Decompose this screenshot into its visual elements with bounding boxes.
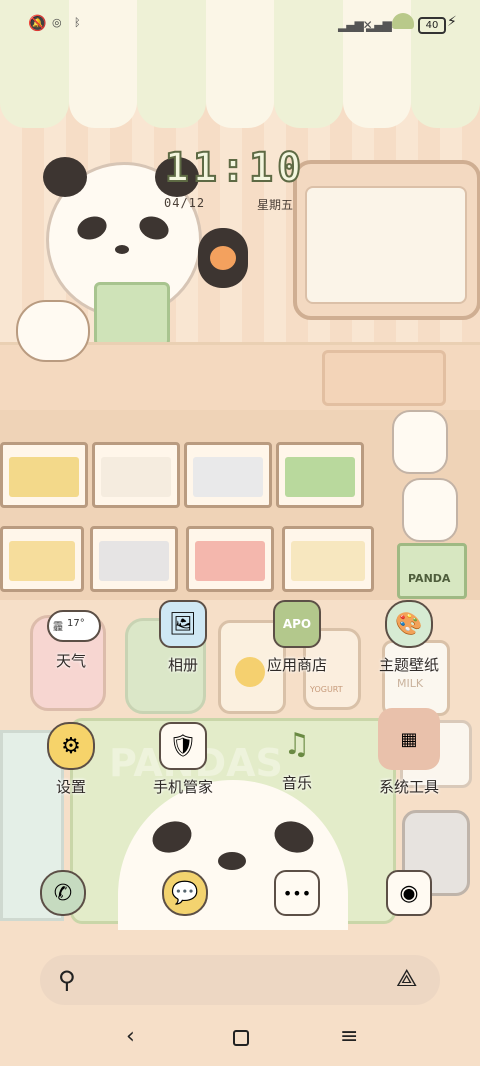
app-music[interactable]: ♫ 音乐 xyxy=(242,722,352,793)
wallpaper-book: PANDA xyxy=(397,543,467,599)
nav-home-button[interactable] xyxy=(233,1030,249,1046)
app-system-tools[interactable]: ▦ 系统工具 xyxy=(354,708,464,797)
yogurt-label: YOGURT xyxy=(310,685,343,694)
wallpaper-bin xyxy=(282,526,374,592)
app-label: 天气 xyxy=(55,652,86,670)
app-phone-manager[interactable]: 🛡 手机管家 xyxy=(128,722,238,797)
book-label: PANDA xyxy=(408,572,451,585)
status-bar: 🔕 ◎ ᛒ ▂▄▆✕ ▂▄▆✕ 40 ⚡ xyxy=(0,0,480,50)
dock-phone[interactable]: ✆ xyxy=(8,870,118,916)
wallpaper-panda-paw xyxy=(198,228,248,288)
weather-temperature: 17° xyxy=(67,618,85,629)
messages-icon: 💬 xyxy=(162,870,208,916)
app-label: 设置 xyxy=(55,778,86,796)
app-gallery[interactable]: 🖼 相册 xyxy=(128,600,238,675)
app-label: 音乐 xyxy=(281,774,312,792)
gallery-icon: 🖼 xyxy=(159,600,207,648)
dock-camera[interactable]: ◉ xyxy=(354,870,464,916)
app-settings[interactable]: ⚙ 设置 xyxy=(16,722,126,797)
nav-back-button[interactable]: ‹ xyxy=(126,1024,135,1049)
wallpaper-bin xyxy=(276,442,364,508)
app-store-icon: APO xyxy=(273,600,321,648)
security-shield-icon: 🛡 xyxy=(159,722,207,770)
wallpaper-frame-inner xyxy=(305,186,467,304)
wallpaper-bin xyxy=(92,442,180,508)
assistant-icon[interactable]: ⟁ xyxy=(396,964,417,992)
wallpaper-cup-stack xyxy=(402,478,458,542)
app-weather[interactable]: 霾 17° 天气 xyxy=(16,604,126,671)
bell-off-icon: 🔕 xyxy=(28,14,47,32)
weather-icon: 霾 17° xyxy=(43,604,101,644)
bluetooth-icon: ᛒ xyxy=(74,16,81,29)
clock-date: 04/12 xyxy=(164,196,206,210)
app-label: 手机管家 xyxy=(152,778,213,796)
app-themes[interactable]: 🎨 主题壁纸 xyxy=(354,600,464,675)
browser-icon: ••• xyxy=(274,870,320,916)
wallpaper-cup-stack xyxy=(392,410,448,474)
app-app-store[interactable]: APO 应用商店 xyxy=(242,600,352,675)
wallpaper-bin xyxy=(0,526,84,592)
themes-icon: 🎨 xyxy=(385,600,433,648)
music-note-icon: ♫ xyxy=(283,726,311,762)
dock-messages[interactable]: 💬 xyxy=(130,870,240,916)
system-tools-folder-icon: ▦ xyxy=(378,708,440,770)
battery-indicator: 40 xyxy=(418,17,446,34)
dock-browser[interactable]: ••• xyxy=(242,870,352,916)
nfc-icon: ◎ xyxy=(52,16,62,29)
nav-menu-button[interactable]: ≡ xyxy=(340,1024,358,1049)
app-label: 主题壁纸 xyxy=(378,656,439,674)
wifi-icon xyxy=(392,13,414,29)
milk-label: MILK xyxy=(397,677,424,690)
clock-weekday: 星期五 xyxy=(257,198,294,212)
wallpaper-plate xyxy=(322,350,446,406)
wallpaper-bin xyxy=(184,442,272,508)
search-icon[interactable]: ⚲ xyxy=(58,966,76,994)
wallpaper-bin xyxy=(90,526,178,592)
search-bar[interactable] xyxy=(40,955,440,1005)
wallpaper-small-panda xyxy=(16,300,90,362)
wallpaper-bin xyxy=(0,442,88,508)
camera-icon: ◉ xyxy=(386,870,432,916)
wallpaper-bin xyxy=(186,526,274,592)
app-label: 系统工具 xyxy=(378,778,439,796)
phone-icon: ✆ xyxy=(40,870,86,916)
clock-time[interactable]: 11:10 xyxy=(160,144,310,192)
charging-icon: ⚡ xyxy=(447,14,457,30)
settings-gear-icon: ⚙ xyxy=(47,722,95,770)
app-label: 相册 xyxy=(167,656,198,674)
weather-condition: 霾 xyxy=(53,622,63,633)
app-label: 应用商店 xyxy=(266,656,327,674)
